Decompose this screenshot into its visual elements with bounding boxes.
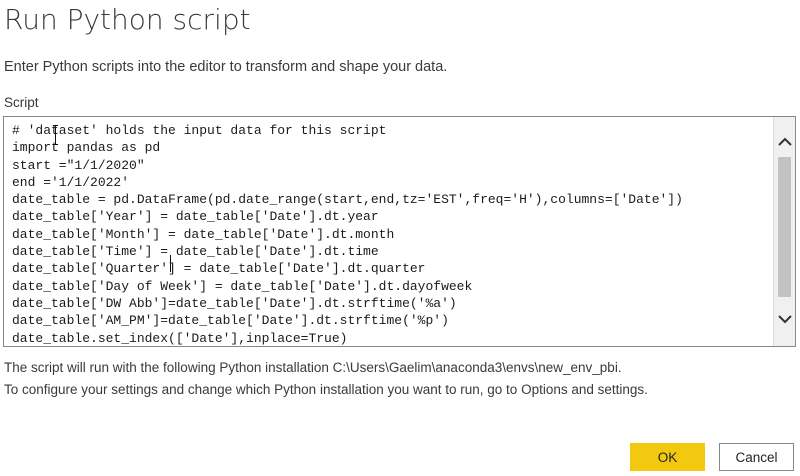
code-line: date_table['Day of Week'] = date_table['…: [12, 278, 473, 294]
script-editor[interactable]: # 'dataset' holds the input data for thi…: [3, 116, 796, 347]
script-label: Script: [4, 95, 39, 110]
code-line: date_table['AM_PM']=date_table['Date'].d…: [12, 313, 449, 329]
code-line: date_table['Year'] = date_table['Date'].…: [12, 209, 379, 225]
code-line: end ='1/1/2022': [12, 174, 130, 190]
cancel-button[interactable]: Cancel: [719, 443, 794, 471]
scroll-thumb[interactable]: [778, 157, 791, 297]
code-line: import pandas as pd: [12, 140, 161, 156]
code-line: start ="1/1/2020": [12, 157, 145, 173]
configure-settings-text: To configure your settings and change wh…: [4, 382, 648, 397]
editor-scrollbar[interactable]: [773, 117, 795, 346]
chevron-up-icon: [777, 137, 792, 146]
code-line: date_table['Quarter'] = date_table['Date…: [12, 261, 426, 277]
scroll-up-button[interactable]: [774, 131, 795, 153]
code-line: date_table = pd.DataFrame(pd.date_range(…: [12, 192, 683, 208]
ok-button[interactable]: OK: [630, 443, 705, 471]
code-line: date_table['Time'] = date_table['Date'].…: [12, 244, 379, 260]
text-caret: [170, 255, 171, 272]
python-installation-text: The script will run with the following P…: [4, 360, 622, 375]
script-code[interactable]: # 'dataset' holds the input data for thi…: [12, 122, 769, 346]
code-line: date_table['Month'] = date_table['Date']…: [12, 226, 395, 242]
code-line: # 'dataset' holds the input data for thi…: [12, 123, 387, 138]
text-cursor-icon: [53, 125, 59, 145]
dialog-title: Run Python script: [4, 3, 251, 36]
dialog-description: Enter Python scripts into the editor to …: [4, 59, 448, 75]
scroll-down-button[interactable]: [774, 308, 795, 330]
code-line: date_table['DW Abb']=date_table['Date'].…: [12, 295, 457, 311]
chevron-down-icon: [777, 315, 792, 324]
code-line: date_table.set_index(['Date'],inplace=Tr…: [12, 330, 348, 346]
